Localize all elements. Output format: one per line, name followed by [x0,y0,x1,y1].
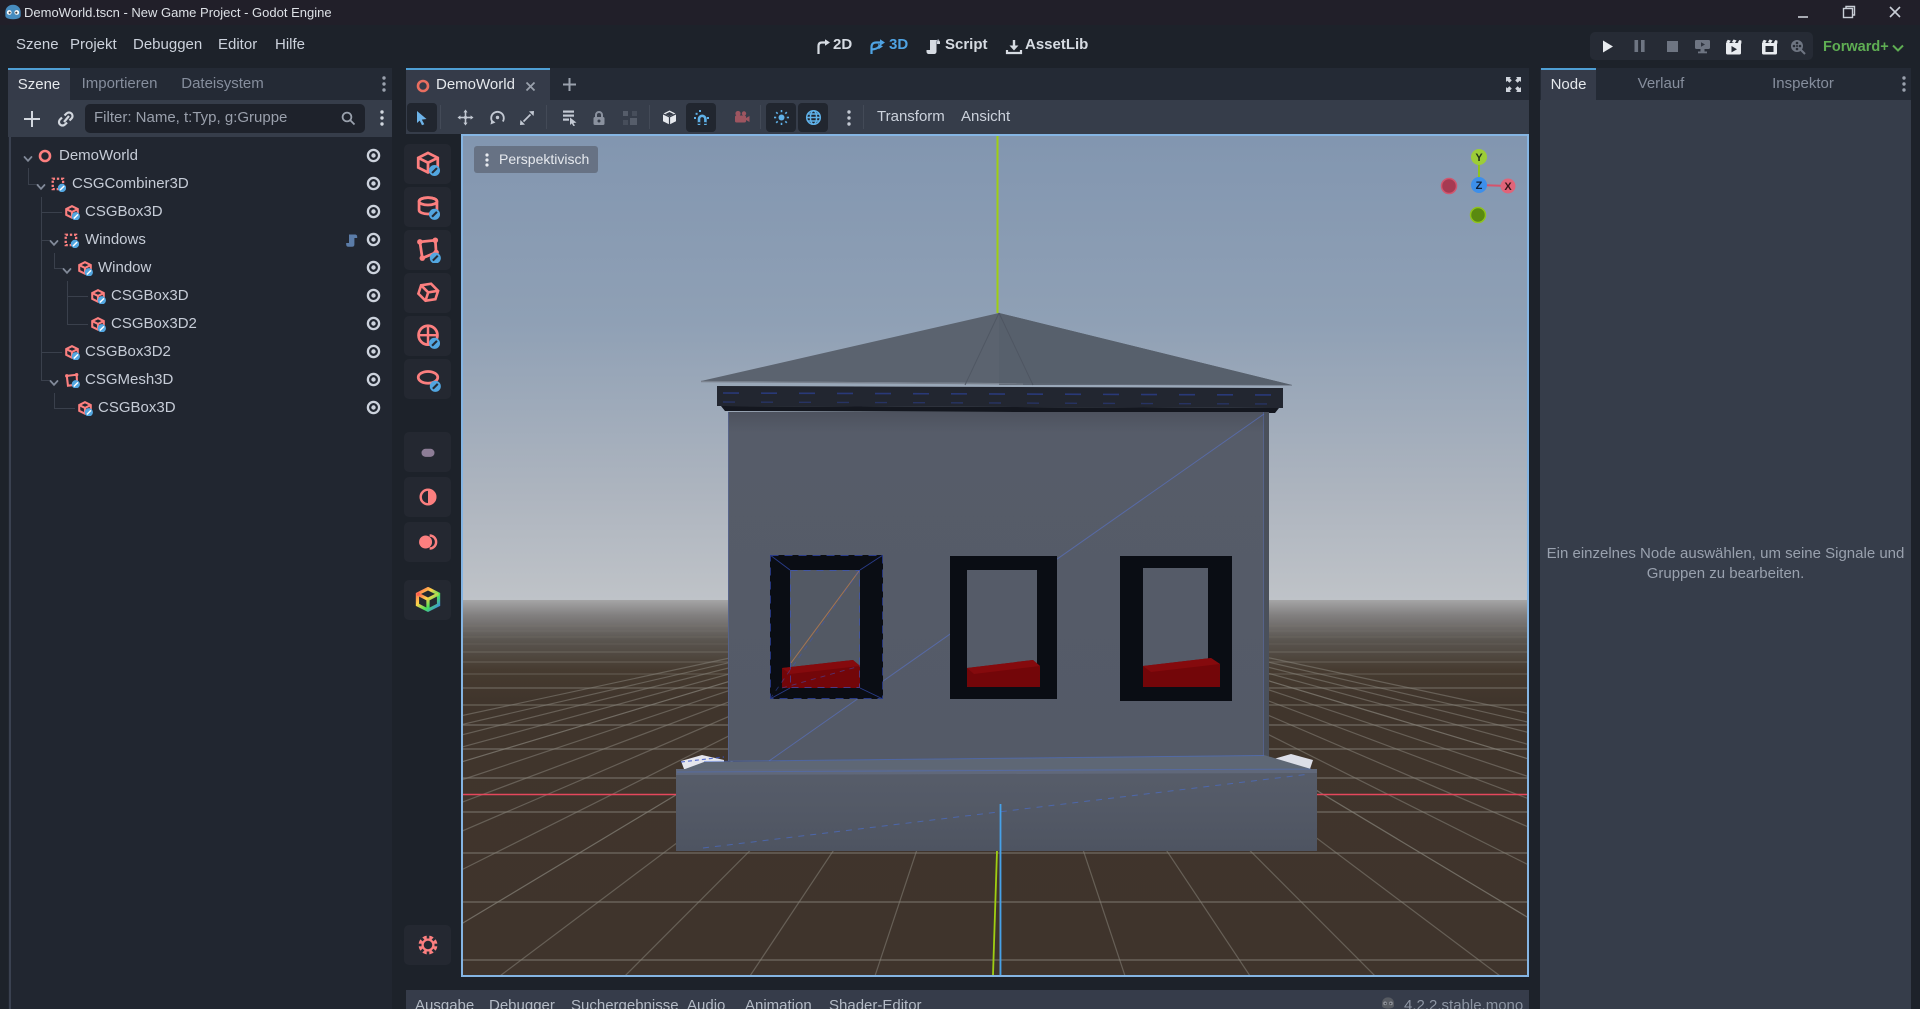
svg-text:Y: Y [1475,152,1483,164]
svg-text:X: X [1504,181,1512,193]
svg-text:Z: Z [1476,180,1483,192]
